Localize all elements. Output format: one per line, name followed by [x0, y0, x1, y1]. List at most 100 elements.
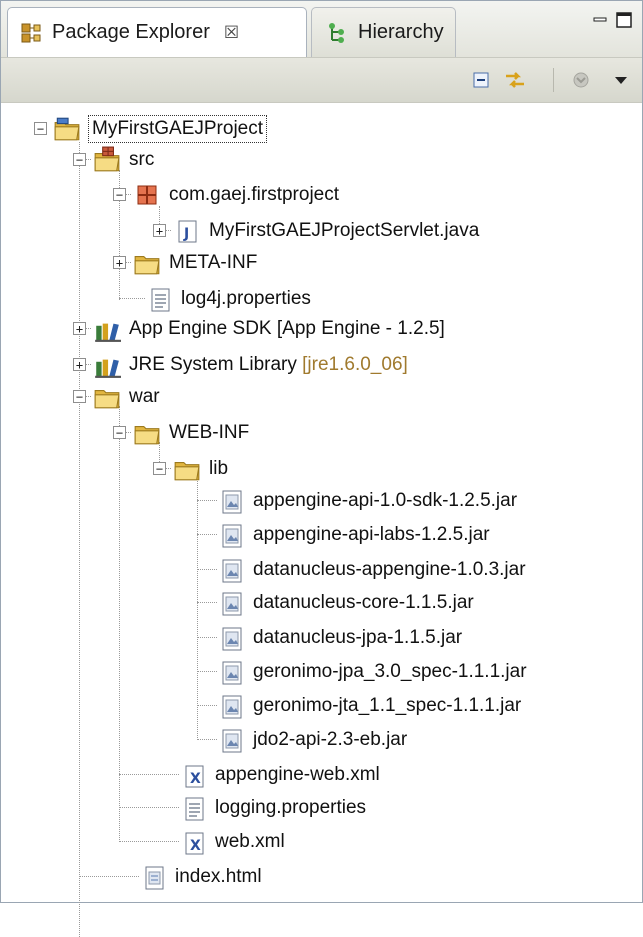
tree-item-label: App Engine SDK [App Engine - 1.2.5]: [129, 318, 445, 339]
tree-item-appengine-sdk[interactable]: App Engine SDK [App Engine - 1.2.5]: [93, 313, 445, 345]
view-tab-strip: Package Explorer ☒ Hierarchy: [1, 1, 642, 57]
view-menu-icon[interactable]: [607, 66, 635, 94]
library-icon: [93, 351, 121, 379]
tree-guide-line: [197, 671, 217, 672]
jar-file-icon: [217, 692, 245, 720]
expand-icon[interactable]: +: [73, 322, 86, 335]
tree-item-label: geronimo-jpa_3.0_spec-1.1.1.jar: [253, 661, 527, 682]
tree-item-label: src: [129, 149, 155, 170]
jar-file-icon: [217, 589, 245, 617]
tree-item-label: MyFirstGAEJProject: [87, 115, 268, 143]
tree-item-jar[interactable]: datanucleus-core-1.1.5.jar: [217, 587, 474, 619]
tree-item-label: WEB-INF: [169, 422, 250, 443]
filters-icon[interactable]: [567, 66, 595, 94]
tree-item-war[interactable]: war: [93, 381, 160, 413]
tree-item-web-xml[interactable]: web.xml: [179, 826, 285, 858]
svg-text:J: J: [183, 226, 189, 242]
tree-item-jar[interactable]: appengine-api-1.0-sdk-1.2.5.jar: [217, 485, 517, 517]
collapse-icon[interactable]: −: [113, 188, 126, 201]
tab-package-explorer[interactable]: Package Explorer ☒: [7, 7, 307, 57]
tree-item-label: datanucleus-jpa-1.1.5.jar: [253, 627, 463, 648]
tree-item-jar[interactable]: datanucleus-appengine-1.0.3.jar: [217, 554, 526, 586]
tree-item-jar[interactable]: geronimo-jpa_3.0_spec-1.1.1.jar: [217, 656, 527, 688]
xml-file-icon: [179, 761, 207, 789]
tree-item-label: web.xml: [215, 831, 285, 852]
tree-item-label: appengine-web.xml: [215, 764, 380, 785]
tree-item-log4j[interactable]: log4j.properties: [145, 283, 311, 315]
expand-icon[interactable]: +: [73, 358, 86, 371]
jar-file-icon: [217, 556, 245, 584]
tree-item-label: lib: [209, 458, 229, 479]
close-tab-icon[interactable]: ☒: [224, 23, 239, 43]
tree-item-label: war: [129, 386, 160, 407]
tree-item-src[interactable]: src: [93, 144, 154, 176]
tree-item-label: appengine-api-1.0-sdk-1.2.5.jar: [253, 490, 518, 511]
expand-icon[interactable]: +: [153, 224, 166, 237]
tree-item-label: index.html: [175, 866, 262, 887]
tree-item-index-html[interactable]: index.html: [139, 861, 262, 893]
tree-guide-line: [119, 406, 120, 842]
folder-icon: [133, 249, 161, 277]
properties-file-icon: [145, 285, 173, 313]
package-icon: [133, 181, 161, 209]
tree-item-jar[interactable]: appengine-api-labs-1.2.5.jar: [217, 519, 490, 551]
library-icon: [93, 315, 121, 343]
folder-icon: [133, 419, 161, 447]
tree-item-lib[interactable]: lib: [173, 453, 228, 485]
tree-guide-line: [197, 739, 217, 740]
collapse-icon[interactable]: −: [113, 426, 126, 439]
tree-item-label: logging.properties: [215, 797, 367, 818]
jar-file-icon: [217, 521, 245, 549]
tree-guide-line: [119, 298, 145, 299]
tree-item-project[interactable]: MyFirstGAEJProject: [53, 113, 268, 145]
tree-item-label: log4j.properties: [181, 288, 311, 309]
tab-hierarchy-label: Hierarchy: [358, 21, 444, 43]
properties-file-icon: [179, 794, 207, 822]
tree-item-web-inf[interactable]: WEB-INF: [133, 417, 249, 449]
tree-item-appengine-web-xml[interactable]: appengine-web.xml: [179, 759, 380, 791]
source-folder-icon: [93, 146, 121, 174]
folder-icon: [173, 455, 201, 483]
jre-version: [jre1.6.0_06]: [302, 354, 408, 375]
tree-item-label: MyFirstGAEJProjectServlet.java: [209, 220, 480, 241]
tree-guide-line: [197, 602, 217, 603]
tree-item-jar[interactable]: geronimo-jta_1.1_spec-1.1.1.jar: [217, 690, 521, 722]
tree-item-label: jdo2-api-2.3-eb.jar: [253, 729, 408, 750]
tree-guide-line: [119, 774, 179, 775]
tree-item-label: JRE System Library [jre1.6.0_06]: [129, 352, 408, 378]
xml-file-icon: [179, 828, 207, 856]
collapse-icon[interactable]: −: [34, 122, 47, 135]
minimize-icon[interactable]: [589, 9, 611, 31]
package-explorer-view: Package Explorer ☒ Hierarchy − − − + + +…: [0, 0, 643, 937]
tree-item-jar[interactable]: jdo2-api-2.3-eb.jar: [217, 724, 407, 756]
tree-item-logging-properties[interactable]: logging.properties: [179, 792, 366, 824]
view-toolbar: [1, 57, 642, 103]
tree-guide-line: [197, 478, 198, 740]
jar-file-icon: [217, 658, 245, 686]
tab-hierarchy[interactable]: Hierarchy: [311, 7, 456, 57]
tree-item-jar[interactable]: datanucleus-jpa-1.1.5.jar: [217, 622, 462, 654]
jar-file-icon: [217, 726, 245, 754]
tree-guide-line: [119, 807, 179, 808]
toolbar-separator: [553, 68, 554, 92]
collapse-icon[interactable]: −: [73, 153, 86, 166]
tree-item-meta-inf[interactable]: META-INF: [133, 247, 257, 279]
collapse-icon[interactable]: −: [153, 462, 166, 475]
tree-item-label: geronimo-jta_1.1_spec-1.1.1.jar: [253, 695, 522, 716]
link-with-editor-icon[interactable]: [501, 66, 529, 94]
tree-item-package[interactable]: com.gaej.firstproject: [133, 179, 339, 211]
tree-item-servlet[interactable]: J MyFirstGAEJProjectServlet.java: [173, 215, 479, 247]
folder-icon: [93, 383, 121, 411]
tree-item-label: appengine-api-labs-1.2.5.jar: [253, 524, 490, 545]
tree-guide-line: [197, 637, 217, 638]
maximize-icon[interactable]: [613, 9, 635, 31]
collapse-all-icon[interactable]: [467, 66, 495, 94]
tree-guide-line: [197, 705, 217, 706]
jre-name: JRE System Library: [129, 354, 303, 375]
expand-icon[interactable]: +: [113, 256, 126, 269]
java-file-icon: J: [173, 217, 201, 245]
jar-file-icon: [217, 624, 245, 652]
project-folder-icon: [53, 115, 81, 143]
tree-item-jre[interactable]: JRE System Library [jre1.6.0_06]: [93, 349, 408, 381]
collapse-icon[interactable]: −: [73, 390, 86, 403]
